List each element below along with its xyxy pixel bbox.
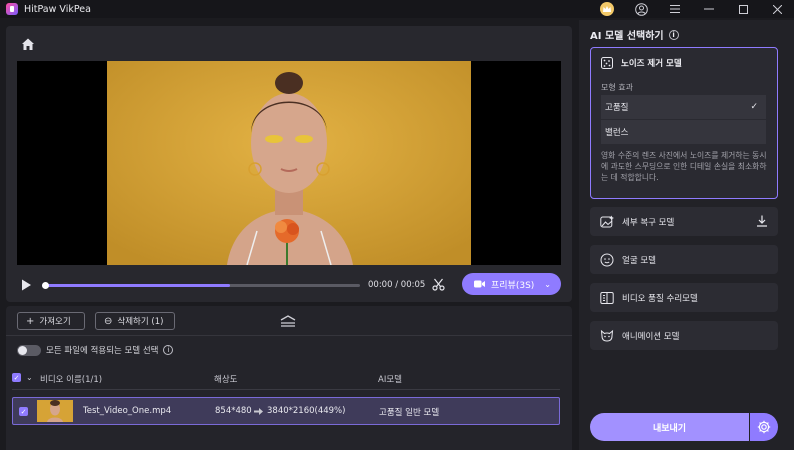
column-resolution: 해상도 (214, 375, 238, 385)
check-icon: ✓ (750, 102, 758, 112)
model-panel-title: AI 모델 선택하기 i (590, 27, 679, 42)
row-checkbox[interactable]: ✓ (19, 407, 28, 416)
column-name: 비디오 이름(1/1) (40, 375, 103, 385)
home-icon[interactable] (21, 37, 35, 51)
video-thumbnail (37, 400, 73, 422)
minus-circle-icon: ⊖ (104, 315, 113, 327)
file-list-panel: + 가져오기 ⊖ 삭제하기 (1) 모든 파일에 적용되는 모델 선택 i ✓ … (6, 306, 572, 450)
face-model-card[interactable]: 얼굴 모델 (590, 245, 778, 274)
video-frame (107, 61, 471, 265)
collapse-panel-icon[interactable] (280, 315, 296, 327)
animation-model-card[interactable]: 애니메이션 모델 (590, 321, 778, 350)
preview-button[interactable]: 프리뷰(3S) ⌄ (462, 273, 561, 295)
effect-label: 모형 효과 (601, 83, 633, 92)
denoise-model-header: 노이즈 제거 모델 (601, 57, 682, 69)
arrow-right-icon (254, 408, 263, 415)
close-button[interactable] (760, 0, 794, 18)
crown-icon (600, 2, 614, 16)
timeline-progress (42, 284, 230, 287)
export-button[interactable]: 내보내기 (590, 413, 749, 441)
info-icon[interactable]: i (668, 29, 679, 40)
video-thumbnail-image (107, 61, 471, 265)
gear-icon (757, 420, 771, 434)
export-label: 내보내기 (652, 423, 687, 434)
minimize-icon (704, 8, 714, 10)
current-time: 00:00 (368, 280, 393, 290)
info-icon[interactable]: i (163, 345, 174, 355)
time-display: 00:00 / 00:05 (368, 280, 425, 290)
play-icon[interactable] (20, 279, 32, 291)
option-balance[interactable]: 밸런스 (601, 120, 766, 144)
row-model[interactable]: 고품질 일반 모델 (379, 406, 439, 418)
import-label: 가져오기 (39, 317, 71, 327)
plus-icon: + (26, 315, 35, 327)
menu-button[interactable] (658, 0, 692, 18)
noise-icon (601, 57, 613, 69)
title-bar: HitPaw VikPea (0, 0, 794, 18)
detail-restore-model-card[interactable]: 세부 복구 모델 (590, 207, 778, 236)
user-icon (634, 2, 648, 16)
resolution-to: 3840*2160(449%) (267, 406, 346, 416)
animation-model-label: 애니메이션 모델 (622, 331, 680, 342)
premium-button[interactable] (590, 0, 624, 18)
resolution-from: 854*480 (215, 406, 252, 416)
file-name: Test_Video_One.mp4 (83, 406, 172, 416)
scissors-icon[interactable] (432, 278, 445, 291)
model-description: 영화 수준의 렌즈 사진에서 노이즈를 제거하는 동시에 과도한 스무딩으로 인… (601, 151, 767, 182)
option-high-quality[interactable]: 고품질 ✓ (601, 95, 766, 119)
download-icon[interactable] (756, 215, 768, 227)
camera-icon (474, 280, 485, 288)
time-separator: / (392, 280, 401, 290)
delete-label: 삭제하기 (1) (117, 317, 164, 327)
detail-restore-label: 세부 복구 모델 (622, 217, 675, 228)
table-header: ✓ ⌄ 비디오 이름(1/1) 해상도 AI모델 (12, 368, 560, 390)
face-icon (600, 253, 614, 266)
video-repair-label: 비디오 품질 수리모델 (622, 293, 698, 304)
column-ai-model: AI모델 (378, 375, 402, 385)
video-preview[interactable] (17, 61, 561, 265)
select-all-checkbox[interactable]: ✓ (12, 373, 21, 382)
denoise-model-card[interactable]: 노이즈 제거 모델 모형 효과 고품질 ✓ 밸런스 영화 수준의 렌즈 사진에서… (590, 47, 778, 199)
maximize-button[interactable] (726, 0, 760, 18)
preview-label: 프리뷰(3S) (491, 280, 535, 291)
option-balance-label: 밸런스 (605, 128, 629, 138)
apply-all-label: 모든 파일에 적용되는 모델 선택 (46, 346, 159, 356)
app-title: HitPaw VikPea (24, 3, 91, 15)
timeline-handle[interactable] (42, 282, 49, 289)
account-button[interactable] (624, 0, 658, 18)
player-controls: 00:00 / 00:05 프리뷰(3S) ⌄ (6, 272, 572, 298)
duration: 00:05 (400, 280, 426, 290)
delete-button[interactable]: ⊖ 삭제하기 (1) (95, 312, 175, 330)
close-icon (772, 4, 782, 14)
detail-restore-icon (600, 215, 614, 227)
maximize-icon (738, 4, 748, 14)
table-row[interactable]: ✓ Test_Video_One.mp4 854*480 3840*2160(4… (12, 397, 560, 425)
video-repair-icon (600, 291, 614, 304)
import-button[interactable]: + 가져오기 (17, 312, 85, 330)
export-settings-button[interactable] (750, 413, 778, 441)
app-logo-icon (6, 3, 18, 15)
minimize-button[interactable] (692, 0, 726, 18)
denoise-model-name: 노이즈 제거 모델 (621, 59, 682, 69)
list-toolbar: + 가져오기 ⊖ 삭제하기 (1) (6, 306, 572, 336)
model-panel-title-text: AI 모델 선택하기 (590, 31, 664, 42)
chevron-down-icon[interactable]: ⌄ (544, 280, 551, 289)
face-model-label: 얼굴 모델 (622, 255, 656, 266)
video-repair-model-card[interactable]: 비디오 품질 수리모델 (590, 283, 778, 312)
apply-all-row: 모든 파일에 적용되는 모델 선택 i (17, 344, 174, 356)
model-panel: AI 모델 선택하기 i 노이즈 제거 모델 모형 효과 고품질 ✓ 밸런스 영… (579, 20, 794, 450)
animation-icon (600, 329, 614, 342)
menu-icon (670, 5, 680, 13)
option-high-quality-label: 고품질 (605, 103, 629, 113)
apply-all-toggle[interactable] (17, 344, 41, 356)
chevron-down-icon[interactable]: ⌄ (26, 373, 33, 382)
timeline-slider[interactable] (42, 282, 360, 289)
player-panel: 00:00 / 00:05 프리뷰(3S) ⌄ (6, 26, 572, 302)
